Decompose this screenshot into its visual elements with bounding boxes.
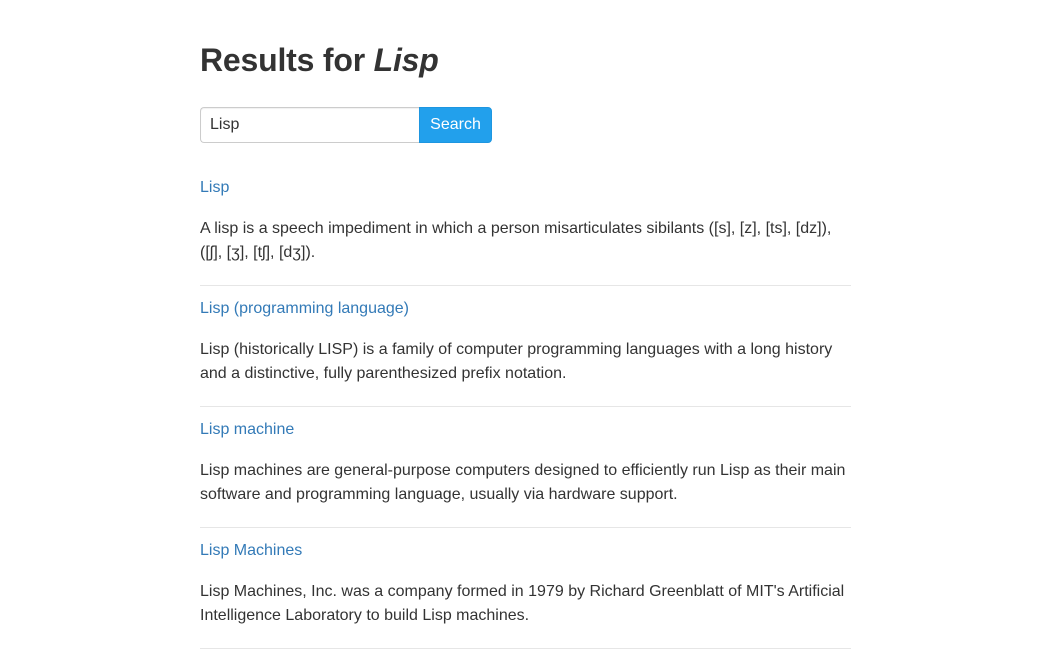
search-form: Search — [200, 107, 492, 143]
result-snippet: Lisp machines are general-purpose comput… — [200, 462, 846, 503]
search-results-page: Results for Lisp Search Lisp A lisp is a… — [0, 0, 1050, 652]
result-title-link[interactable]: Lisp (programming language) — [200, 299, 409, 319]
title-prefix: Results for — [200, 42, 374, 78]
result-title-link[interactable]: Lisp — [200, 178, 229, 198]
page-title: Results for Lisp — [200, 40, 439, 80]
result-snippet: A lisp is a speech impediment in which a… — [200, 220, 832, 261]
result-snippet: Lisp (historically LISP) is a family of … — [200, 341, 833, 382]
search-input[interactable] — [200, 107, 419, 143]
search-button[interactable]: Search — [419, 107, 492, 143]
result-title-link[interactable]: Lisp machine — [200, 420, 294, 440]
result-item: Lisp A lisp is a speech impediment in wh… — [200, 165, 851, 286]
result-item: Lisp Machines Lisp Machines, Inc. was a … — [200, 528, 851, 649]
title-query: Lisp — [373, 42, 439, 78]
result-item: Lisp machine Lisp machines are general-p… — [200, 407, 851, 528]
result-title-link[interactable]: Lisp Machines — [200, 541, 302, 561]
results-list: Lisp A lisp is a speech impediment in wh… — [200, 165, 851, 649]
result-item: Lisp (programming language) Lisp (histor… — [200, 286, 851, 407]
result-snippet: Lisp Machines, Inc. was a company formed… — [200, 583, 845, 624]
